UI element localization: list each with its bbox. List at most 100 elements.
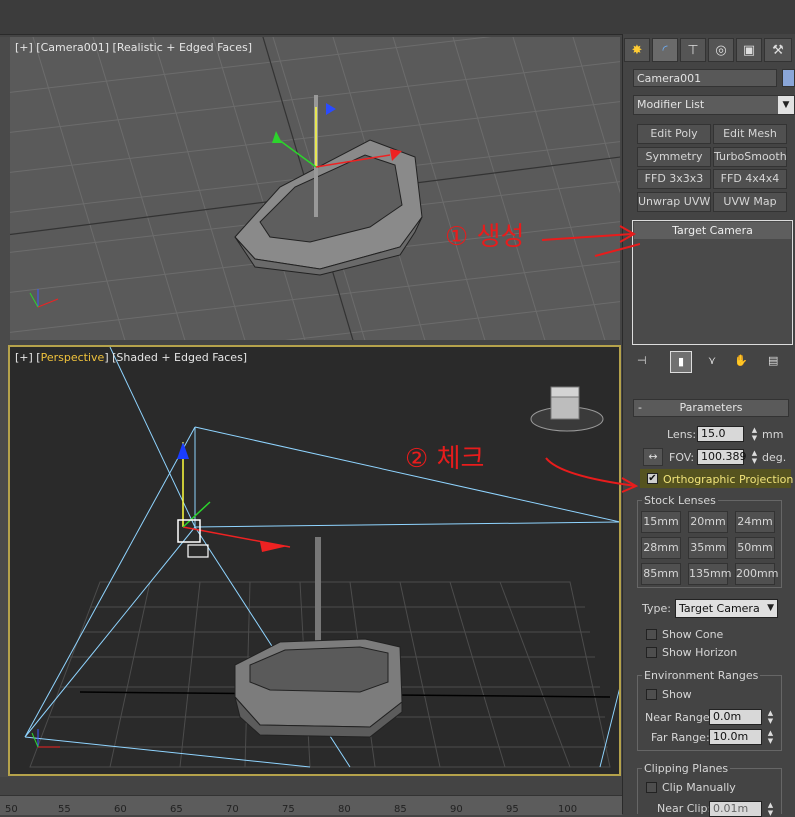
fov-spinner-arrows[interactable]: ▲ ▼ xyxy=(750,449,759,465)
lens-200mm-button[interactable]: 200mm xyxy=(735,563,778,585)
display-tab[interactable]: ▣ xyxy=(736,38,762,62)
camera-type-dropdown[interactable]: Target Camera ▼ xyxy=(675,599,778,618)
camera-viewport[interactable]: [+] [Camera001] [Realistic + Edged Faces… xyxy=(10,37,620,340)
motion-icon: ◎ xyxy=(715,42,727,58)
fov-label: FOV: xyxy=(669,451,695,464)
object-name-field[interactable]: Camera001 xyxy=(633,69,777,87)
boat-model-top xyxy=(234,95,423,276)
timeline-ruler[interactable]: 50 55 60 65 70 75 80 85 90 95 100 xyxy=(0,795,622,815)
far-range-arrows[interactable]: ▲ ▼ xyxy=(766,729,775,745)
pin-stack-icon[interactable]: ⊣ xyxy=(637,354,655,370)
modifier-stack[interactable]: Target Camera xyxy=(632,220,793,345)
camera-viewport-label[interactable]: [+] [Camera001] [Realistic + Edged Faces… xyxy=(15,41,252,54)
viewcube xyxy=(530,386,604,432)
main-toolbar xyxy=(0,0,795,35)
utilities-tab[interactable]: ⚒ xyxy=(764,38,792,62)
orthographic-projection-checkbox[interactable]: ✔ xyxy=(647,473,658,484)
environment-ranges-label: Environment Ranges xyxy=(642,669,761,682)
perspective-viewport-label[interactable]: [+] [Perspective] [Shaded + Edged Faces] xyxy=(15,351,247,364)
lens-spinner-input[interactable]: 15.0 xyxy=(697,426,744,442)
fov-direction-button[interactable]: ↔ xyxy=(643,448,663,466)
symmetry-button[interactable]: Symmetry xyxy=(637,147,711,167)
perspective-viewport-scene xyxy=(24,347,619,768)
create-tab[interactable]: ✸ xyxy=(624,38,650,62)
clipping-planes-label: Clipping Planes xyxy=(642,762,731,775)
perspective-viewport[interactable]: [+] [Perspective] [Shaded + Edged Faces] xyxy=(8,345,621,776)
configure-sets-icon[interactable]: ▤ xyxy=(768,354,778,367)
annotation-arrow-2 xyxy=(545,457,639,493)
annotation-arrow-1 xyxy=(541,225,640,257)
tick-label: 65 xyxy=(170,804,183,815)
far-range-input[interactable]: 10.0m xyxy=(709,729,762,745)
turbosmooth-button[interactable]: TurboSmooth xyxy=(713,147,787,167)
lens-35mm-button[interactable]: 35mm xyxy=(688,537,728,559)
lens-24mm-button[interactable]: 24mm xyxy=(735,511,775,533)
stack-item-target-camera[interactable]: Target Camera xyxy=(634,222,791,239)
tick-label: 100 xyxy=(558,804,578,815)
annotation-step1: ① 생성 xyxy=(445,222,525,252)
unwrap-uvw-button[interactable]: Unwrap UVW xyxy=(637,192,711,212)
hierarchy-tab[interactable]: ⊤ xyxy=(680,38,706,62)
modifier-list-label: Modifier List xyxy=(637,98,705,111)
modify-tab[interactable]: ◜ xyxy=(652,38,678,62)
lens-85mm-button[interactable]: 85mm xyxy=(641,563,681,585)
tick-label: 70 xyxy=(226,804,239,815)
chevron-down-icon: ▼ xyxy=(778,96,794,114)
lens-135mm-button[interactable]: 135mm xyxy=(688,563,731,585)
parameters-rollout-header[interactable]: - Parameters xyxy=(633,399,789,417)
lens-50mm-button[interactable]: 50mm xyxy=(735,537,775,559)
near-range-input[interactable]: 0.0m xyxy=(709,709,762,725)
shading-label[interactable]: ] [Shaded + Edged Faces] xyxy=(104,351,247,364)
show-end-result-icon[interactable]: ▮ xyxy=(670,351,692,373)
viewport-menu-bracket[interactable]: [+] [ xyxy=(15,351,41,364)
chevron-down-icon: ▼ xyxy=(767,603,774,613)
tick-label: 85 xyxy=(394,804,407,815)
camera-type-value: Target Camera xyxy=(679,602,760,615)
collapse-icon: - xyxy=(638,401,642,414)
view-label-perspective[interactable]: Perspective xyxy=(41,351,105,364)
make-unique-icon[interactable]: ⋎ xyxy=(708,354,716,367)
modify-icon: ◜ xyxy=(662,42,668,58)
object-color-swatch[interactable] xyxy=(782,69,795,87)
near-range-label: Near Range: xyxy=(645,711,714,724)
fov-spinner-input[interactable]: 100.389 xyxy=(697,449,747,465)
lens-spinner-arrows[interactable]: ▲ ▼ xyxy=(750,426,759,442)
tick-label: 95 xyxy=(506,804,519,815)
edit-poly-button[interactable]: Edit Poly xyxy=(637,124,711,144)
fov-unit: deg. xyxy=(762,451,787,464)
tick-label: 55 xyxy=(58,804,71,815)
far-range-label: Far Range: xyxy=(651,731,710,744)
edit-mesh-button[interactable]: Edit Mesh xyxy=(713,124,787,144)
ffd-4x4x4-button[interactable]: FFD 4x4x4 xyxy=(713,169,787,189)
type-label: Type: xyxy=(642,602,671,615)
lens-unit: mm xyxy=(762,428,784,441)
show-cone-checkbox[interactable] xyxy=(646,629,657,640)
tick-label: 80 xyxy=(338,804,351,815)
boat-model-perspective xyxy=(234,537,403,738)
lens-15mm-button[interactable]: 15mm xyxy=(641,511,681,533)
show-horizon-checkbox[interactable] xyxy=(646,647,657,658)
stock-lenses-label: Stock Lenses xyxy=(642,494,718,507)
clip-manually-checkbox[interactable] xyxy=(646,782,657,793)
near-clip-arrows[interactable]: ▲ ▼ xyxy=(766,801,775,817)
camera-object xyxy=(177,442,291,558)
env-show-label: Show xyxy=(662,688,692,701)
axis-gizmo-top xyxy=(29,289,59,308)
uvw-map-button[interactable]: UVW Map xyxy=(713,192,787,212)
env-show-checkbox[interactable] xyxy=(646,689,657,700)
near-range-arrows[interactable]: ▲ ▼ xyxy=(766,709,775,725)
modifier-list-dropdown[interactable]: Modifier List ▼ xyxy=(633,95,795,115)
annotation-step2: ② 체크 xyxy=(405,444,485,474)
near-clip-input[interactable]: 0.01m xyxy=(709,801,762,817)
camera-viewport-grid xyxy=(10,37,620,340)
ffd-3x3x3-button[interactable]: FFD 3x3x3 xyxy=(637,169,711,189)
remove-modifier-icon[interactable]: ✋ xyxy=(734,354,748,367)
near-clip-label: Near Clip: xyxy=(657,802,712,815)
tick-label: 90 xyxy=(450,804,463,815)
show-horizon-label: Show Horizon xyxy=(662,646,738,659)
lens-28mm-button[interactable]: 28mm xyxy=(641,537,681,559)
motion-tab[interactable]: ◎ xyxy=(708,38,734,62)
tick-label: 50 xyxy=(5,804,18,815)
clip-manually-label: Clip Manually xyxy=(662,781,736,794)
lens-20mm-button[interactable]: 20mm xyxy=(688,511,728,533)
